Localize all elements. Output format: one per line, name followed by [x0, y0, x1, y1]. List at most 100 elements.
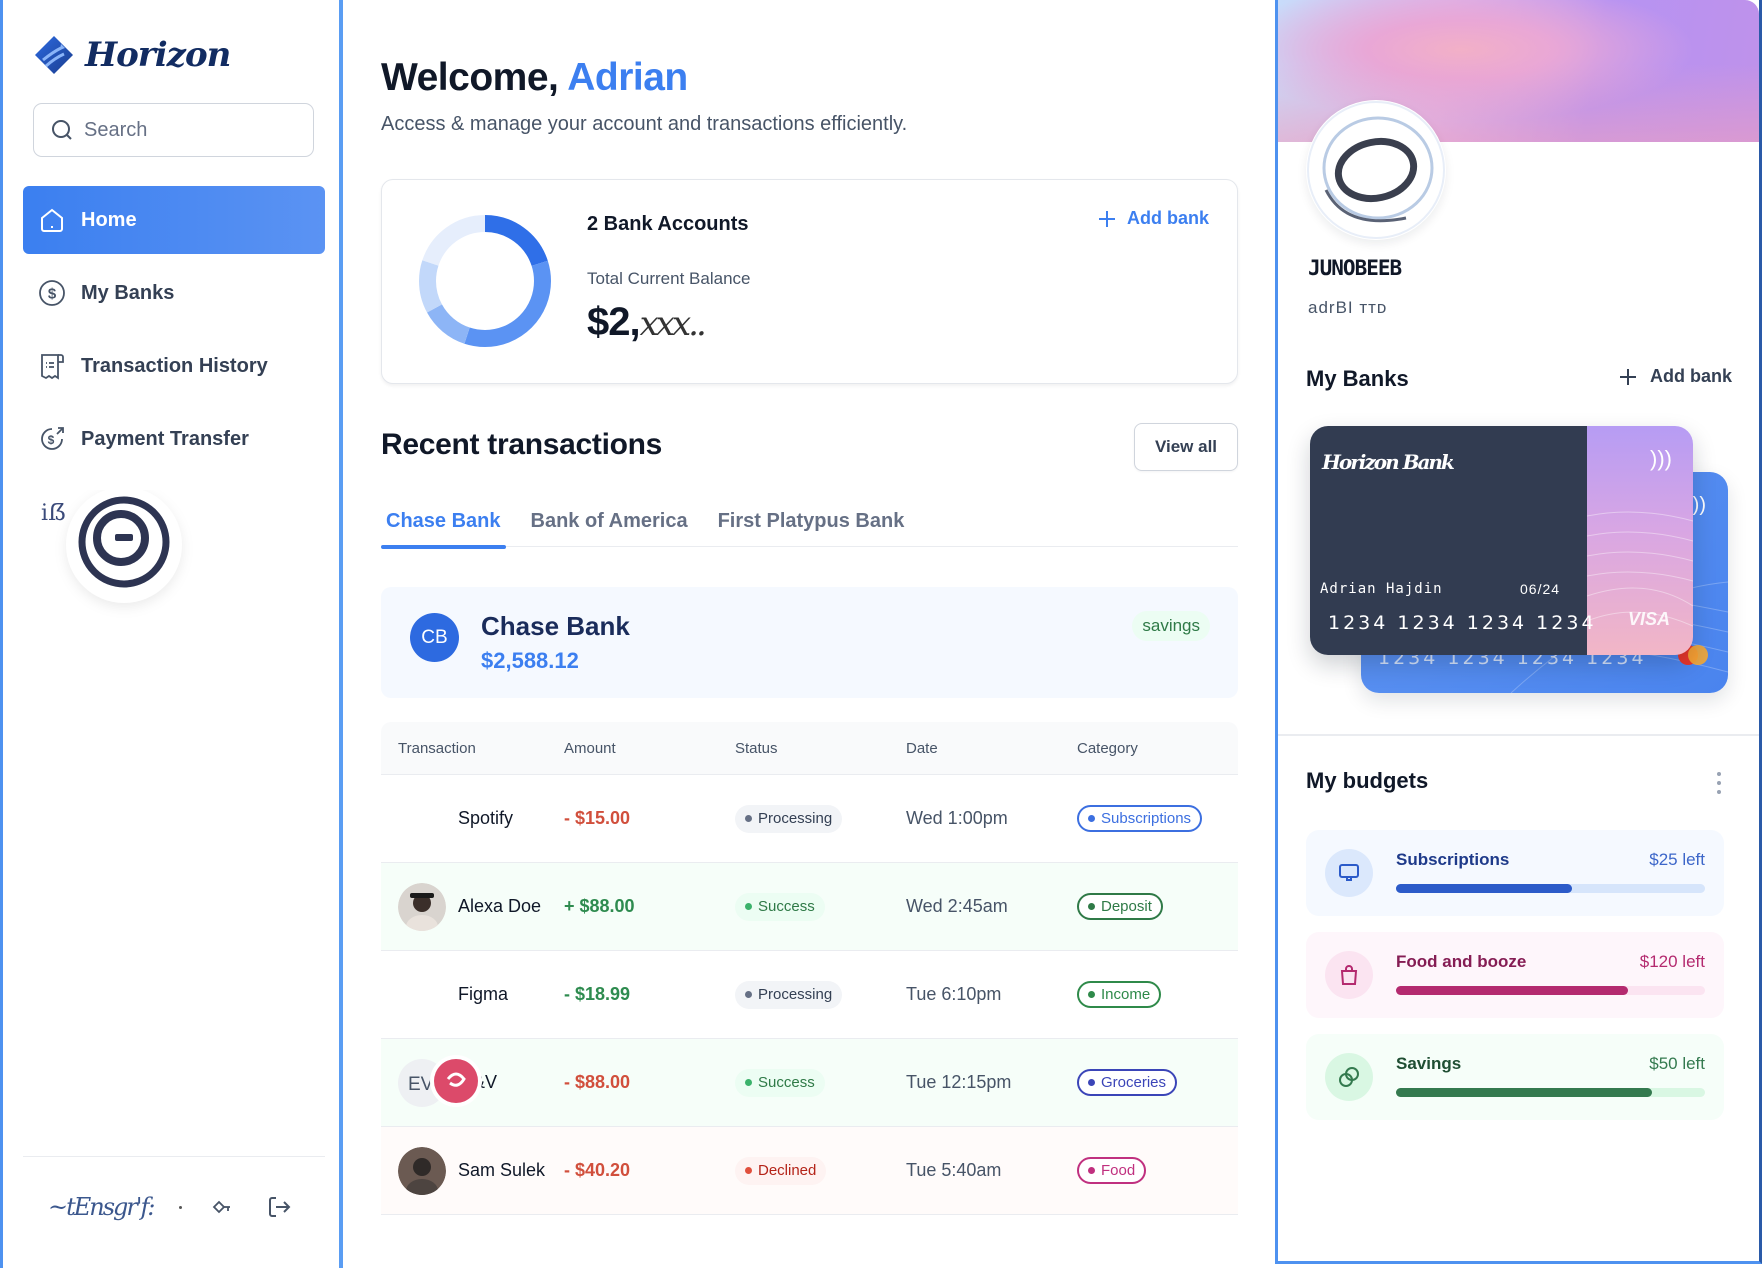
transaction-avatar — [398, 882, 446, 931]
status-cell: Processing — [735, 980, 906, 1009]
column-header: Amount — [564, 739, 616, 757]
transaction-amount: - $88.00 — [564, 1072, 631, 1092]
view-all-button[interactable]: View all — [1134, 423, 1238, 471]
table-row[interactable]: Figma - $18.99 Processing Tue 6:10pm Inc… — [381, 951, 1238, 1039]
sidebar-item-home[interactable]: Home — [23, 186, 325, 254]
budget-item[interactable]: Food and booze $120 left — [1306, 932, 1724, 1018]
category-label: Food — [1101, 1162, 1136, 1179]
budget-label: Food and booze — [1396, 952, 1527, 971]
status-badge: Success — [735, 892, 825, 921]
budget-progress-fill — [1396, 884, 1573, 893]
logout-icon[interactable] — [266, 1194, 292, 1220]
transaction-amount: + $88.00 — [564, 896, 635, 916]
transaction-cell: EVF&V — [381, 1054, 564, 1107]
date-cell: Tue 12:15pm — [906, 1072, 1077, 1093]
category-dot — [1088, 1167, 1095, 1174]
my-banks-title: My Banks — [1306, 366, 1409, 391]
transaction-date: Tue 12:15pm — [906, 1072, 1012, 1092]
transactions-table: Transaction Amount Status Date Category … — [381, 722, 1238, 1215]
budget-progress-fill — [1396, 986, 1628, 995]
category-cell: Food — [1077, 1157, 1238, 1184]
profile-avatar[interactable] — [1306, 100, 1446, 240]
logo[interactable]: Horizon — [33, 34, 231, 76]
more-options-icon[interactable] — [1717, 772, 1723, 794]
tab-first-platypus-bank[interactable]: First Platypus Bank — [713, 500, 910, 547]
card-expiry: 06/24 — [1520, 581, 1561, 597]
logo-text: Horizon — [85, 35, 231, 75]
transaction-amount: - $15.00 — [564, 808, 631, 828]
transaction-cell: Figma — [381, 971, 564, 1019]
transaction-amount: - $40.20 — [564, 1160, 631, 1180]
amount-cell: - $40.20 — [564, 1160, 735, 1181]
sidebar-item-transaction-history[interactable]: Transaction History — [23, 332, 325, 400]
table-row[interactable]: Spotify - $15.00 Processing Wed 1:00pm S… — [381, 775, 1238, 863]
table-row[interactable]: Sam Sulek - $40.20 Declined Tue 5:40am F… — [381, 1127, 1238, 1215]
status-dot — [745, 815, 752, 822]
search-input[interactable] — [84, 118, 284, 142]
bank-card-primary[interactable]: Horizon Bank Adrian Hajdin 06/24 1234 12… — [1310, 426, 1693, 655]
table-row[interactable]: Alexa Doe + $88.00 Success Wed 2:45am De… — [381, 863, 1238, 951]
amount-cell: - $18.99 — [564, 984, 735, 1005]
bank-count: 2 Bank Accounts — [587, 213, 749, 235]
my-budgets-title: My budgets — [1306, 768, 1429, 793]
sidebar-item-label: Payment Transfer — [81, 427, 249, 450]
category-badge: Subscriptions — [1077, 805, 1203, 832]
category-badge: Income — [1077, 981, 1162, 1008]
bank-tabs: Chase Bank Bank of America First Platypu… — [381, 500, 1238, 549]
bank-name: Chase Bank — [481, 611, 630, 641]
category-label: Subscriptions — [1101, 810, 1192, 827]
status-dot — [745, 903, 752, 910]
key-icon[interactable] — [210, 1195, 234, 1219]
budget-remaining: $120 left — [1639, 952, 1705, 971]
add-bank-button[interactable]: Add bank — [1097, 208, 1209, 229]
sidebar-item-label: My Banks — [81, 281, 175, 304]
budget-item[interactable]: Subscriptions $25 left — [1306, 830, 1724, 916]
tab-bank-of-america[interactable]: Bank of America — [526, 500, 693, 547]
coins-icon — [1325, 1053, 1373, 1101]
category-dot — [1088, 1079, 1095, 1086]
budget-item[interactable]: Savings $50 left — [1306, 1034, 1724, 1120]
balance-obscured: 𝑥𝑥𝑥.. — [639, 304, 707, 344]
category-dot — [1088, 991, 1095, 998]
card-holder: Adrian Hajdin — [1320, 581, 1443, 597]
table-header: Transaction Amount Status Date Category — [381, 722, 1238, 775]
add-bank-button[interactable]: Add bank — [1618, 366, 1732, 387]
column-header: Status — [735, 739, 778, 757]
receipt-icon — [41, 354, 64, 380]
status-cell: Processing — [735, 804, 906, 833]
transaction-date: Tue 5:40am — [906, 1160, 1002, 1180]
transaction-cell: Spotify — [381, 795, 564, 843]
date-cell: Tue 5:40am — [906, 1160, 1077, 1181]
budget-progress-track — [1396, 986, 1705, 995]
bank-info-card[interactable]: CB Chase Bank $2,588.12 savings — [381, 587, 1238, 698]
status-label: Success — [758, 898, 815, 915]
budget-remaining: $25 left — [1649, 850, 1705, 869]
status-dot — [745, 991, 752, 998]
amount-cell: + $88.00 — [564, 896, 735, 917]
date-cell: Wed 2:45am — [906, 896, 1077, 917]
profile-name: JUNOBEEB — [1308, 256, 1402, 280]
card-number: 1234 1234 1234 1234 — [1328, 612, 1597, 634]
search-field[interactable] — [33, 103, 314, 157]
tab-chase-bank[interactable]: Chase Bank — [381, 500, 506, 549]
sidebar: Horizon Home $ My Banks Transaction Hist… — [0, 0, 341, 1268]
promo-graphic: iẞ — [41, 490, 182, 603]
status-label: Declined — [758, 1162, 817, 1179]
category-badge: Deposit — [1077, 893, 1163, 920]
sidebar-item-my-banks[interactable]: $ My Banks — [23, 259, 325, 327]
add-bank-label: Add bank — [1649, 366, 1732, 386]
account-type-badge: savings — [1132, 611, 1210, 641]
status-label: Processing — [758, 986, 833, 1003]
transaction-avatar — [398, 1146, 446, 1195]
balance-donut-chart — [419, 215, 551, 347]
table-body: Spotify - $15.00 Processing Wed 1:00pm S… — [381, 775, 1238, 1215]
transaction-name: Alexa Doe — [458, 896, 542, 916]
status-badge: Success — [735, 1068, 825, 1097]
sidebar-item-payment-transfer[interactable]: $ Payment Transfer — [23, 405, 325, 473]
transaction-amount: - $18.99 — [564, 984, 631, 1004]
svg-text:$: $ — [48, 286, 57, 303]
sidebar-item-label: Transaction History — [81, 354, 268, 377]
budget-progress-track — [1396, 1088, 1705, 1097]
welcome-prefix: Welcome, — [381, 56, 568, 99]
table-row[interactable]: EVF&V - $88.00 Success Tue 12:15pm Groce… — [381, 1039, 1238, 1127]
